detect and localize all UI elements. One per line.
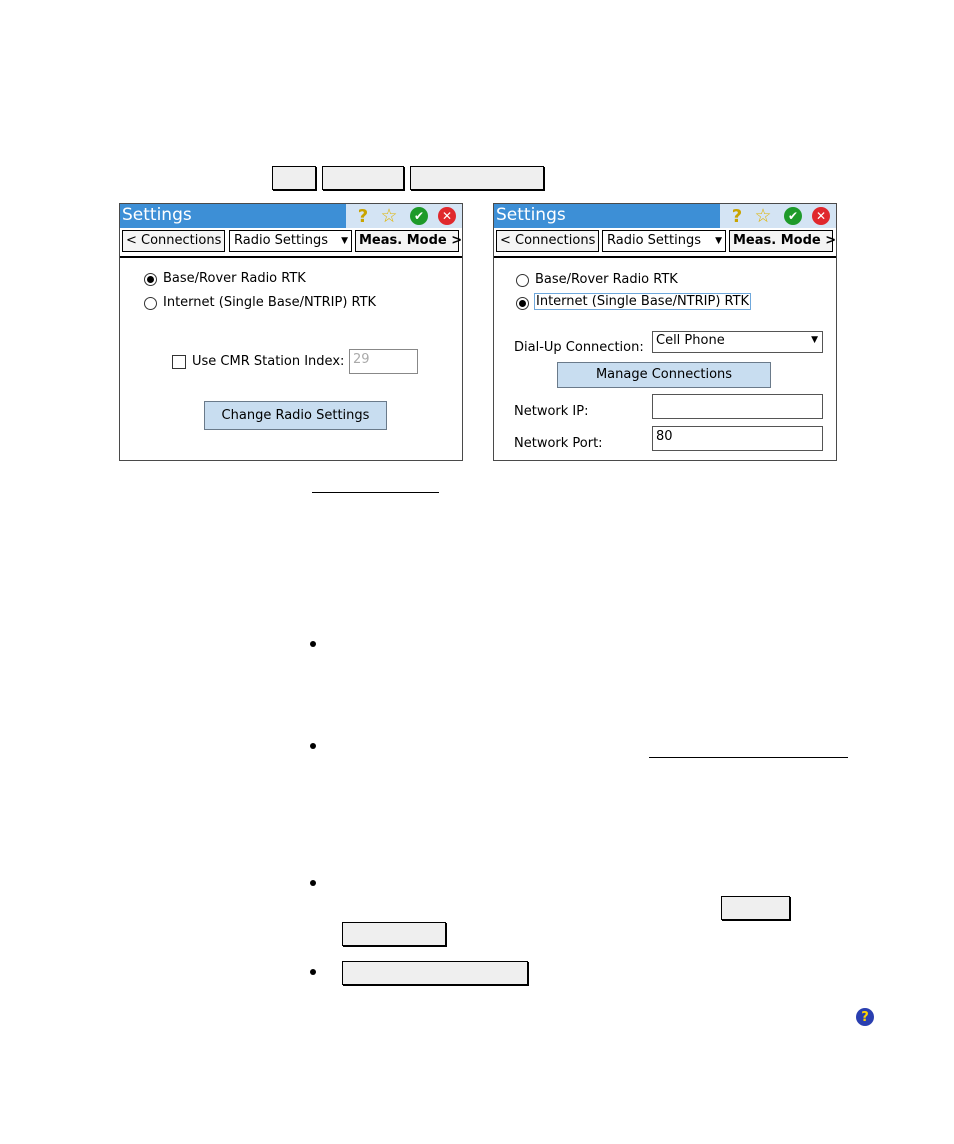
network-port-input[interactable]: 80 xyxy=(652,426,823,451)
help-icon[interactable]: ? xyxy=(728,206,746,227)
underline-link-2 xyxy=(649,757,848,758)
tab-prev-connections[interactable]: < Connections xyxy=(496,230,599,252)
manage-connections-button[interactable]: Manage Connections xyxy=(557,362,771,388)
tab-current-label: Radio Settings xyxy=(234,233,328,248)
network-port-label: Network Port: xyxy=(514,436,603,451)
bullet-4 xyxy=(310,969,316,975)
radio-internet-rtk-label[interactable]: Internet (Single Base/NTRIP) RTK xyxy=(163,295,376,310)
network-ip-input[interactable] xyxy=(652,394,823,419)
tab-radio-settings-dropdown[interactable]: Radio Settings ▼ xyxy=(602,230,726,252)
radio-base-rover[interactable] xyxy=(144,273,157,286)
dialup-value: Cell Phone xyxy=(656,333,725,348)
title-icons: ? ☆ ✔ ✕ xyxy=(720,204,836,228)
radio-internet-rtk[interactable] xyxy=(144,297,157,310)
help-icon[interactable]: ? xyxy=(354,206,372,227)
inline-button-box-2 xyxy=(342,922,446,946)
tab-prev-connections[interactable]: < Connections xyxy=(122,230,225,252)
tab-radio-settings-dropdown[interactable]: Radio Settings ▼ xyxy=(229,230,352,252)
network-ip-label: Network IP: xyxy=(514,404,589,419)
title-bar: Settings ? ☆ ✔ ✕ xyxy=(120,204,462,228)
chevron-down-icon: ▼ xyxy=(811,335,818,345)
favorite-star-icon[interactable]: ☆ xyxy=(380,205,398,227)
tab-next-meas-mode[interactable]: Meas. Mode > xyxy=(355,230,462,252)
title-bar: Settings ? ☆ ✔ ✕ xyxy=(494,204,836,228)
breadcrumb-box-1 xyxy=(272,166,316,190)
radio-base-rover[interactable] xyxy=(516,274,529,287)
bullet-2 xyxy=(310,743,316,749)
breadcrumb-box-2 xyxy=(322,166,404,190)
window-title: Settings xyxy=(496,205,566,225)
favorite-star-icon[interactable]: ☆ xyxy=(754,205,772,227)
separator xyxy=(120,256,462,258)
tab-current-label: Radio Settings xyxy=(607,233,701,248)
cmr-station-index-input[interactable]: 29 xyxy=(349,349,418,374)
ok-check-icon[interactable]: ✔ xyxy=(410,207,428,225)
window-title: Settings xyxy=(122,205,192,225)
help-question-icon[interactable]: ? xyxy=(856,1008,874,1026)
close-icon[interactable]: ✕ xyxy=(812,207,830,225)
underline-link-1 xyxy=(312,492,439,493)
settings-window-left: Settings ? ☆ ✔ ✕ < Connections Radio Set… xyxy=(119,203,463,461)
cmr-checkbox[interactable] xyxy=(172,355,186,369)
breadcrumb-box-3 xyxy=(410,166,544,190)
bullet-3 xyxy=(310,880,316,886)
radio-internet-rtk-label[interactable]: Internet (Single Base/NTRIP) RTK xyxy=(534,293,752,310)
bullet-1 xyxy=(310,641,316,647)
tab-next-meas-mode[interactable]: Meas. Mode > xyxy=(729,230,836,252)
change-radio-settings-button[interactable]: Change Radio Settings xyxy=(204,401,387,430)
cmr-label: Use CMR Station Index: xyxy=(192,354,345,369)
dialup-connection-select[interactable]: Cell Phone ▼ xyxy=(652,331,823,353)
chevron-down-icon: ▼ xyxy=(341,236,348,246)
dialup-label: Dial-Up Connection: xyxy=(514,340,644,355)
chevron-down-icon: ▼ xyxy=(715,236,722,246)
ok-check-icon[interactable]: ✔ xyxy=(784,207,802,225)
radio-base-rover-label[interactable]: Base/Rover Radio RTK xyxy=(535,272,678,287)
settings-window-right: Settings ? ☆ ✔ ✕ < Connections Radio Set… xyxy=(493,203,837,461)
radio-internet-rtk[interactable] xyxy=(516,297,529,310)
title-icons: ? ☆ ✔ ✕ xyxy=(346,204,462,228)
radio-base-rover-label[interactable]: Base/Rover Radio RTK xyxy=(163,271,306,286)
inline-button-box-1 xyxy=(721,896,790,920)
close-icon[interactable]: ✕ xyxy=(438,207,456,225)
separator xyxy=(494,256,836,258)
inline-button-box-3 xyxy=(342,961,528,985)
